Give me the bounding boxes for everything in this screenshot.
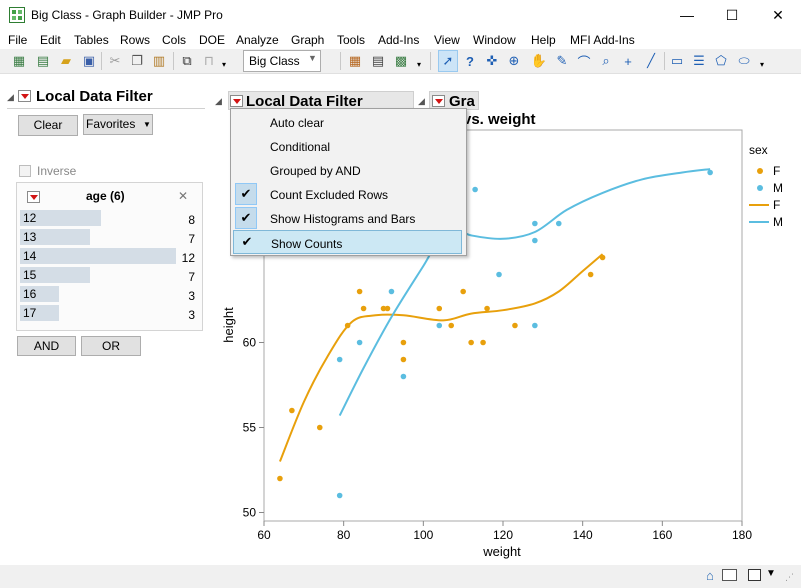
- data-point-f: [277, 475, 283, 482]
- y-tick-label: 60: [243, 336, 257, 350]
- data-point-f: [460, 288, 466, 295]
- data-point-f: [400, 356, 407, 363]
- y-tick-label: 50: [243, 506, 257, 520]
- checkmark-icon: ✔: [235, 183, 257, 205]
- checkmark-icon: ✔: [241, 234, 253, 249]
- data-point-f: [480, 339, 486, 346]
- data-point-m: [472, 186, 478, 193]
- data-point-m: [555, 220, 562, 227]
- data-point-f: [587, 271, 594, 278]
- data-point-f: [360, 305, 367, 312]
- x-tick-label: 80: [337, 528, 351, 542]
- x-tick-label: 120: [493, 528, 513, 542]
- data-point-f: [512, 322, 518, 329]
- x-tick-label: 60: [257, 528, 271, 542]
- menu-item-show-counts[interactable]: ✔ Show Counts: [233, 230, 462, 254]
- menu-item-show-histograms-and-bars[interactable]: ✔ Show Histograms and Bars: [231, 206, 466, 230]
- menu-item-label: Count Excluded Rows: [270, 188, 389, 202]
- menu-item-count-excluded-rows[interactable]: ✔ Count Excluded Rows: [231, 182, 466, 206]
- legend-label: M: [773, 181, 783, 195]
- x-tick-label: 180: [732, 528, 752, 542]
- data-point-m: [336, 492, 343, 499]
- data-point-m: [707, 169, 713, 176]
- data-point-f: [400, 339, 407, 346]
- data-point-f: [356, 288, 363, 295]
- data-point-m: [400, 373, 407, 380]
- data-point-f: [468, 339, 474, 346]
- data-point-f: [316, 424, 323, 431]
- data-point-f: [484, 305, 490, 312]
- x-axis-label: weight: [482, 544, 521, 559]
- legend-label: F: [773, 198, 780, 212]
- x-tick-label: 100: [413, 528, 433, 542]
- y-axis-label: height: [221, 307, 236, 343]
- data-point-m: [336, 356, 343, 363]
- menu-item-auto-clear[interactable]: Auto clear: [231, 110, 466, 134]
- menu-item-label: Show Counts: [271, 237, 343, 251]
- x-tick-label: 140: [573, 528, 593, 542]
- data-point-m: [532, 237, 538, 244]
- data-point-m: [436, 322, 443, 329]
- data-point-m: [496, 271, 502, 278]
- resize-grip-icon[interactable]: ⋰: [785, 572, 794, 583]
- x-tick-label: 160: [652, 528, 672, 542]
- data-point-f: [289, 407, 295, 414]
- filter-options-menu: Auto clear Conditional Grouped by AND ✔ C…: [230, 108, 467, 256]
- scatter-chart[interactable]: 60 80 100 120 140 160 180505560 sexFMFM weight…: [0, 0, 801, 588]
- checkmark-icon: ✔: [235, 207, 257, 229]
- legend-label: M: [773, 215, 783, 229]
- data-point-m: [532, 220, 538, 227]
- data-point-f: [599, 254, 606, 261]
- data-point-f: [448, 322, 455, 329]
- menu-item-label: Show Histograms and Bars: [270, 212, 416, 226]
- menu-item-conditional[interactable]: Conditional: [231, 134, 466, 158]
- home-icon[interactable]: ⌂: [706, 568, 714, 583]
- y-tick-label: 55: [243, 421, 257, 435]
- legend-label: F: [773, 164, 780, 178]
- data-point-f: [436, 305, 443, 312]
- menu-item-label: Conditional: [270, 140, 331, 154]
- window-list-icon[interactable]: [748, 569, 761, 581]
- menu-item-label: Auto clear: [270, 116, 325, 130]
- legend-marker: [757, 185, 763, 191]
- data-point-m: [532, 322, 538, 329]
- status-bar: [0, 565, 801, 588]
- data-point-m: [356, 339, 363, 346]
- menu-item-label: Grouped by AND: [270, 164, 361, 178]
- chevron-down-icon[interactable]: ▼: [766, 568, 776, 579]
- data-point-f: [344, 322, 351, 329]
- menu-item-grouped-by-and[interactable]: Grouped by AND: [231, 158, 466, 182]
- legend-title: sex: [749, 143, 768, 157]
- data-point-f: [384, 305, 391, 312]
- data-table-window-icon[interactable]: [722, 569, 737, 581]
- legend-marker: [757, 168, 763, 174]
- data-point-m: [388, 288, 395, 295]
